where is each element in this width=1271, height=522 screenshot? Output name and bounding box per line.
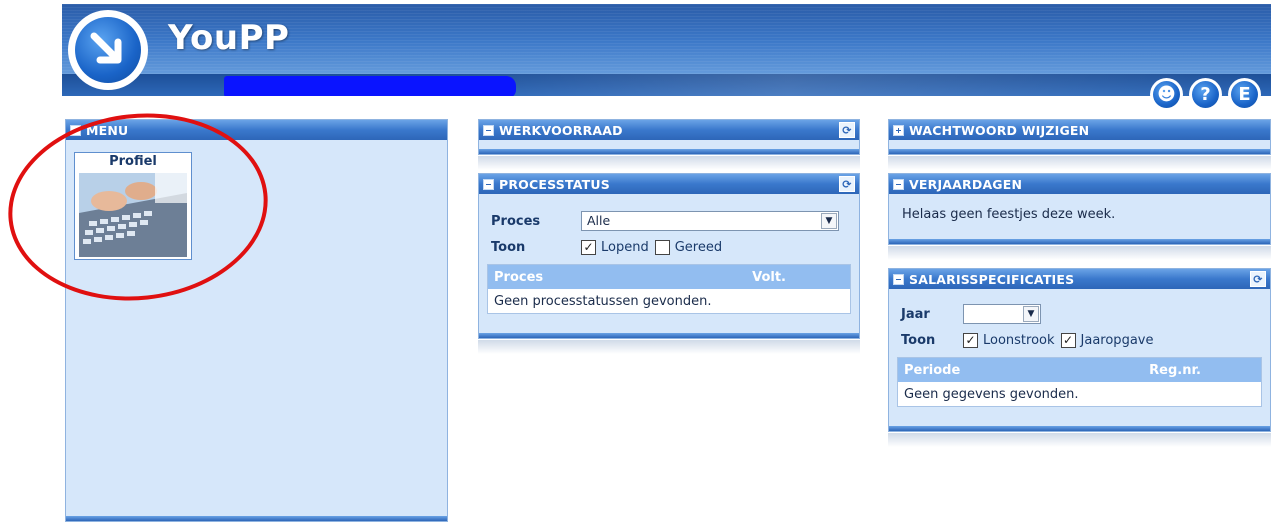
refresh-icon[interactable]: ⟳ (839, 122, 855, 138)
werkvoorraad-title: WERKVOORRAAD (499, 122, 623, 138)
salaris-panel: SALARISSPECIFICATIES ⟳ Jaar ▼ Toon ✓ Loo… (888, 268, 1271, 432)
help-icon[interactable]: ? (1189, 78, 1222, 111)
jaar-row: Jaar ▼ (889, 301, 1270, 327)
collapse-icon[interactable] (483, 124, 494, 136)
gereed-checkbox[interactable] (654, 239, 670, 255)
user-settings-glyph: ☻ (1153, 81, 1180, 108)
processtatus-grid: Proces Volt. Geen processtatussen gevond… (487, 264, 851, 314)
panel-shadow (888, 156, 1271, 170)
header-icon-bar: ☻ ? E (1150, 78, 1261, 111)
gereed-label: Gereed (674, 239, 723, 255)
empty-message: Geen gegevens gevonden. (904, 386, 1079, 402)
keyboard-image-icon (79, 173, 187, 257)
loonstrook-label: Loonstrook (983, 332, 1055, 348)
jaaropgave-label: Jaaropgave (1080, 332, 1154, 348)
menu-panel-footer (66, 516, 447, 521)
collapse-icon[interactable] (483, 178, 494, 190)
processtatus-panel-footer (479, 333, 859, 338)
jaar-label: Jaar (901, 306, 930, 322)
refresh-icon[interactable]: ⟳ (1250, 271, 1266, 287)
loonstrook-checkbox[interactable]: ✓ (963, 332, 978, 348)
redacted-username (224, 76, 516, 96)
jaaropgave-checkbox[interactable]: ✓ (1060, 332, 1076, 348)
app-logo (68, 10, 148, 90)
salaris-panel-header[interactable]: SALARISSPECIFICATIES ⟳ (889, 269, 1270, 289)
app-header: YouPP (62, 4, 1271, 96)
proces-label: Proces (491, 213, 541, 229)
refresh-icon[interactable]: ⟳ (839, 176, 855, 192)
app-title: YouPP (168, 18, 290, 58)
grid-header: Proces Volt. (488, 265, 850, 289)
lopend-checkbox[interactable]: ✓ (581, 239, 596, 255)
verjaardagen-title: VERJAARDAGEN (909, 176, 1023, 192)
jaar-select[interactable]: ▼ (963, 304, 1041, 324)
collapse-icon[interactable] (893, 178, 904, 190)
verjaardagen-panel-footer (889, 239, 1270, 244)
proces-row: Proces Alle ▼ (479, 208, 859, 234)
werkvoorraad-panel: WERKVOORRAAD ⟳ (478, 119, 860, 155)
werkvoorraad-panel-header[interactable]: WERKVOORRAAD ⟳ (479, 120, 859, 140)
verjaardagen-panel-header[interactable]: VERJAARDAGEN (889, 174, 1270, 194)
processtatus-panel-header[interactable]: PROCESSTATUS ⟳ (479, 174, 859, 194)
arrow-logo-icon (75, 17, 141, 83)
salaris-grid: Periode Reg.nr. Geen gegevens gevonden. (897, 357, 1262, 407)
chevron-down-icon[interactable]: ▼ (821, 213, 837, 229)
panel-shadow (478, 156, 860, 170)
panel-shadow (478, 340, 860, 354)
lopend-label: Lopend (601, 239, 649, 255)
verjaardagen-panel: VERJAARDAGEN Helaas geen feestjes deze w… (888, 173, 1271, 245)
menu-panel-header[interactable]: MENU (66, 120, 447, 140)
salaris-title: SALARISSPECIFICATIES (909, 271, 1075, 287)
wachtwoord-panel-header[interactable]: WACHTWOORD WIJZIGEN (889, 120, 1270, 140)
chevron-down-icon[interactable]: ▼ (1023, 306, 1039, 322)
processtatus-title: PROCESSTATUS (499, 176, 610, 192)
verjaardagen-message: Helaas geen feestjes deze week. (902, 207, 1116, 222)
toon-row: Toon ✓ Lopend Gereed (479, 234, 859, 260)
menu-tile-label: Profiel (109, 154, 157, 169)
column-header-proces[interactable]: Proces (494, 270, 543, 285)
wachtwoord-panel-footer (889, 149, 1270, 154)
processtatus-panel: PROCESSTATUS ⟳ Proces Alle ▼ Toon ✓ Lope… (478, 173, 860, 339)
menu-tile-profiel[interactable]: Profiel (74, 152, 192, 260)
salaris-toon-row: Toon ✓ Loonstrook ✓ Jaaropgave (889, 327, 1270, 353)
wachtwoord-title: WACHTWOORD WIJZIGEN (909, 122, 1090, 138)
menu-panel-title: MENU (86, 122, 129, 138)
werkvoorraad-panel-footer (479, 149, 859, 154)
salaris-panel-footer (889, 426, 1270, 431)
exit-glyph: E (1231, 81, 1258, 108)
proces-select-value: Alle (587, 213, 611, 228)
help-glyph: ? (1192, 81, 1219, 108)
exit-icon[interactable]: E (1228, 78, 1261, 111)
column-header-volt[interactable]: Volt. (752, 270, 786, 285)
expand-icon[interactable] (893, 124, 904, 136)
panel-shadow (888, 246, 1271, 260)
wachtwoord-panel: WACHTWOORD WIJZIGEN (888, 119, 1271, 155)
grid-header: Periode Reg.nr. (898, 358, 1261, 382)
user-settings-icon[interactable]: ☻ (1150, 78, 1183, 111)
panel-shadow (888, 433, 1271, 447)
toon-label: Toon (491, 239, 526, 255)
salaris-toon-label: Toon (901, 332, 936, 348)
collapse-icon[interactable] (893, 273, 904, 285)
collapse-icon[interactable] (70, 124, 81, 136)
proces-select[interactable]: Alle ▼ (581, 211, 839, 231)
empty-message: Geen processtatussen gevonden. (494, 293, 712, 309)
column-header-periode[interactable]: Periode (904, 363, 960, 378)
column-header-regnr[interactable]: Reg.nr. (1149, 363, 1201, 378)
